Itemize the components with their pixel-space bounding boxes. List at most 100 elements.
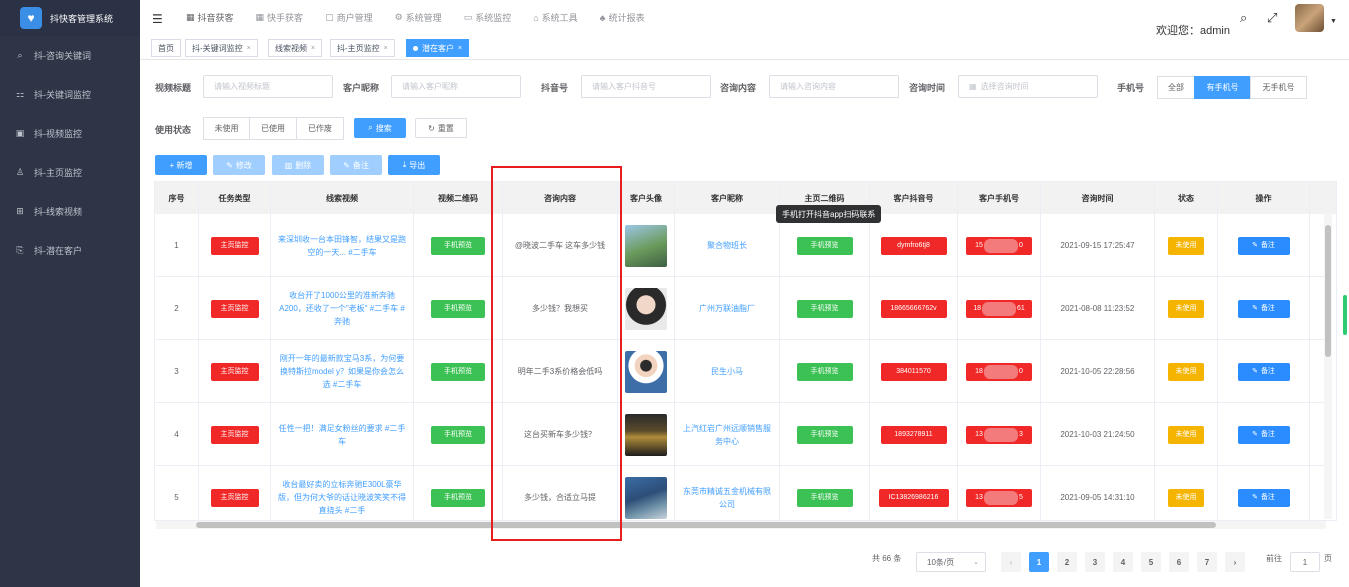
status-used-button[interactable]: 已使用 [249, 117, 297, 140]
sidebar-item-lead-videos[interactable]: ⊞ 抖-线索视频 [0, 192, 140, 231]
nickname-link[interactable]: 广州万联油脂厂 [675, 277, 780, 340]
remark-row-button[interactable]: ✎ 备注 [1237, 488, 1290, 507]
nickname-link[interactable]: 民生小马 [675, 340, 780, 403]
cell-no: 4 [155, 403, 199, 466]
home-qr-preview-button[interactable]: 手机预览 [796, 362, 853, 381]
page-button[interactable]: 6 [1169, 552, 1189, 572]
sidebar-item-potential-customers[interactable]: ⎘ 抖-潜在客户 [0, 231, 140, 270]
page-button[interactable]: 4 [1113, 552, 1133, 572]
video-title-input[interactable]: 请输入视频标题 [203, 75, 333, 98]
video-link[interactable]: 任性一把！满足女粉丝的要求 #二手车 [271, 403, 414, 466]
page-button[interactable]: 5 [1141, 552, 1161, 572]
sidebar-item-keyword-monitor[interactable]: ⚏ 抖-关键词监控 [0, 75, 140, 114]
close-icon[interactable]: × [384, 45, 388, 52]
nav-douyin[interactable]: ▦ 抖音获客 [186, 11, 234, 24]
nav-system[interactable]: ⚙ 系统管理 [395, 11, 442, 24]
table-vertical-scrollbar[interactable] [1324, 213, 1332, 519]
home-qr-preview-button[interactable]: 手机预览 [796, 236, 853, 255]
video-qr-preview-button[interactable]: 手机预览 [431, 425, 485, 444]
video-link[interactable]: 收台最好卖的立标奔驰E300L豪华版，但为何大爷的话让晓波笑笑不得直挠头 #二手 [271, 466, 414, 520]
export-button[interactable]: ⤓ 导出 [388, 155, 440, 175]
status-void-button[interactable]: 已作废 [296, 117, 344, 140]
page-size-select[interactable]: 10条/页 ⌄ [916, 552, 986, 572]
nickname-link[interactable]: 聚合物班长 [675, 214, 780, 277]
tag-keyword-monitor[interactable]: 抖-关键词监控 × [185, 39, 258, 57]
add-button[interactable]: + 新增 [155, 155, 207, 175]
video-qr-preview-button[interactable]: 手机预览 [431, 362, 485, 381]
edit-icon: ✎ [1252, 431, 1258, 438]
status-badge: 未使用 [1168, 488, 1204, 507]
content-input[interactable]: 请输入咨询内容 [769, 75, 899, 98]
edit-label: 修改 [235, 160, 252, 170]
video-qr-preview-button[interactable]: 手机预览 [431, 236, 485, 255]
scrollbar-thumb[interactable] [1325, 225, 1331, 357]
scrollbar-thumb[interactable] [196, 522, 1216, 528]
next-page-button[interactable]: › [1225, 552, 1245, 572]
nickname-link[interactable]: 上汽红岩广州远顺销售服务中心 [675, 403, 780, 466]
phone-none-button[interactable]: 无手机号 [1250, 76, 1307, 99]
page-scroll-indicator[interactable] [1343, 295, 1347, 335]
page-button[interactable]: 7 [1197, 552, 1217, 572]
close-icon[interactable]: × [247, 45, 251, 52]
avatar[interactable] [1295, 4, 1324, 32]
tag-home[interactable]: 首页 [151, 39, 181, 57]
chevron-down-icon[interactable]: ▼ [1330, 18, 1337, 25]
search-button[interactable]: ⌕ 搜索 [354, 118, 406, 138]
sidebar-item-video-monitor[interactable]: ▣ 抖-视频监控 [0, 114, 140, 153]
prev-page-button[interactable]: ‹ [1001, 552, 1021, 572]
phone-has-button[interactable]: 有手机号 [1194, 76, 1251, 99]
edit-button[interactable]: ✎ 修改 [213, 155, 265, 175]
page-button[interactable]: 1 [1029, 552, 1049, 572]
status-unused-button[interactable]: 未使用 [203, 117, 250, 140]
search-icon[interactable]: ⌕ [1240, 10, 1247, 26]
menu-toggle-icon[interactable]: ☰ [152, 12, 163, 26]
nav-reports[interactable]: ♣ 统计报表 [600, 11, 645, 24]
status-badge: 未使用 [1168, 425, 1204, 444]
remark-button[interactable]: ✎ 备注 [330, 155, 382, 175]
home-qr-preview-button[interactable]: 手机预览 [796, 299, 853, 318]
nav-monitor[interactable]: ▭ 系统监控 [464, 11, 512, 24]
nav-tools[interactable]: ⌂ 系统工具 [533, 11, 577, 24]
close-icon[interactable]: × [311, 45, 315, 52]
sidebar-item-consult-keywords[interactable]: ⌕ 抖-咨询关键词 [0, 36, 140, 75]
tag-homepage-monitor[interactable]: 抖-主页监控 × [330, 39, 395, 57]
remark-row-button[interactable]: ✎ 备注 [1237, 425, 1290, 444]
remark-row-button[interactable]: ✎ 备注 [1237, 362, 1290, 381]
tag-potential-customers[interactable]: 潜在客户 × [406, 39, 470, 57]
redacted-mask [983, 364, 1018, 379]
reset-button[interactable]: ↻ 重置 [415, 118, 467, 138]
delete-button[interactable]: ▥ 删除 [272, 155, 324, 175]
video-link[interactable]: 收台开了1000公里的准新奔驰A200，还收了一个"老板" #二手车 #奔驰 [271, 277, 414, 340]
page-button[interactable]: 2 [1057, 552, 1077, 572]
douyin-id-input[interactable]: 请输入客户抖音号 [581, 75, 711, 98]
nav-merchant[interactable]: ▢ 商户管理 [325, 11, 373, 24]
home-qr-preview-button[interactable]: 手机预览 [796, 488, 853, 507]
home-qr-preview-button[interactable]: 手机预览 [796, 425, 853, 444]
goto-page-input[interactable]: 1 [1290, 552, 1320, 572]
video-link[interactable]: 刚开一年的最新款宝马3系，为何要换特斯拉model y？如果是你会怎么选 #二手… [271, 340, 414, 403]
fullscreen-icon[interactable]: ⤢ [1267, 10, 1277, 26]
col-video-qr: 视频二维码 [414, 182, 503, 214]
sidebar-item-homepage-monitor[interactable]: ♙ 抖-主页监控 [0, 153, 140, 192]
page-button[interactable]: 3 [1085, 552, 1105, 572]
nickname-link[interactable]: 东莞市精诚五金机械有限公司 [675, 466, 780, 520]
video-qr-preview-button[interactable]: 手机预览 [431, 488, 485, 507]
remark-row-button[interactable]: ✎ 备注 [1237, 236, 1290, 255]
type-badge: 主页监控 [210, 236, 259, 255]
phone-all-button[interactable]: 全部 [1157, 76, 1195, 99]
nickname-input[interactable]: 请输入客户昵称 [391, 75, 521, 98]
tag-lead-videos[interactable]: 线索视频 × [268, 39, 323, 57]
phone-suffix: 5 [1018, 494, 1023, 501]
video-qr-preview-button[interactable]: 手机预览 [431, 299, 485, 318]
phone-badge: 13 3 [966, 425, 1032, 444]
close-icon[interactable]: × [458, 45, 462, 52]
douyin-badge: dymfro6tj8 [880, 236, 947, 255]
type-badge: 主页监控 [210, 362, 259, 381]
edit-icon: ✎ [1252, 494, 1258, 501]
time-picker[interactable]: ▦ 选择咨询时间 [958, 75, 1098, 98]
table-horizontal-scrollbar[interactable] [156, 521, 1326, 529]
video-link[interactable]: 来深圳收一台本田锋智，结果又是跑空的一天... #二手车 [271, 214, 414, 277]
nav-kuaishou[interactable]: ▦ 快手获客 [256, 11, 304, 24]
phone-badge: 18 0 [966, 362, 1032, 381]
remark-row-button[interactable]: ✎ 备注 [1237, 299, 1290, 318]
